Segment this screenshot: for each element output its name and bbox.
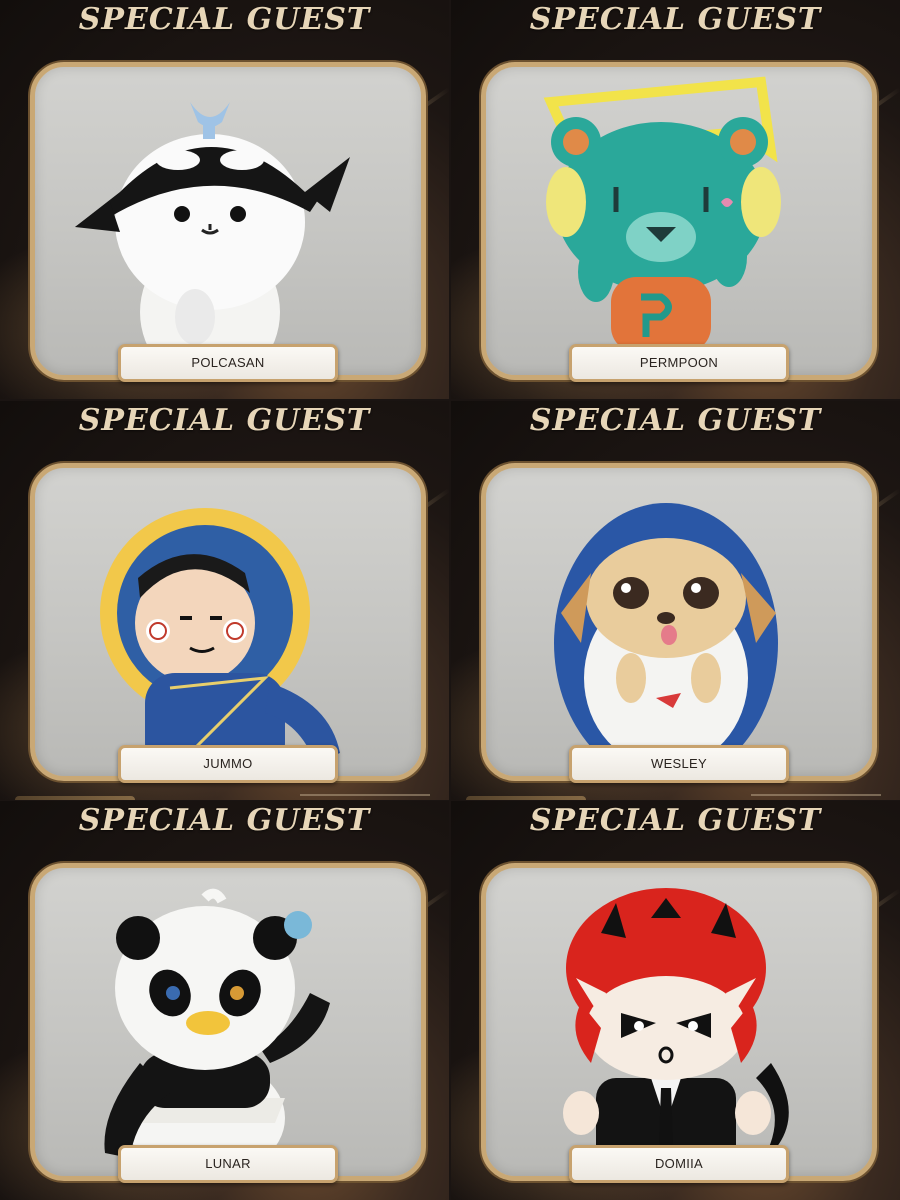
mascot-devil-image: [563, 888, 789, 1173]
mascot-name-label: PERMPOON: [569, 344, 789, 382]
panel-domiia: SPECIAL GUEST DOMIIA: [451, 801, 900, 1200]
mascot-dog-shark-image: [554, 503, 778, 781]
panel-polcasan: SPECIAL GUEST POLCASAN: [0, 0, 449, 399]
mascot-name-label: POLCASAN: [118, 344, 338, 382]
panel-lunar: SPECIAL GUEST LUNAR: [0, 801, 449, 1200]
footer-decoration-line: [300, 794, 430, 800]
mascot-name-label: DOMIIA: [569, 1145, 789, 1183]
mascot-name-label: LUNAR: [118, 1145, 338, 1183]
panel-title: SPECIAL GUEST: [529, 2, 822, 37]
panel-jummo: SPECIAL GUEST JUMMO: [0, 401, 449, 800]
panel-title: SPECIAL GUEST: [529, 403, 822, 438]
panel-title: SPECIAL GUEST: [78, 2, 371, 37]
mascot-name-label: WESLEY: [569, 745, 789, 783]
panel-wesley: SPECIAL GUEST WESLEY: [451, 401, 900, 800]
special-guest-grid: SPECIAL GUEST POLCASAN SPECIAL GUEST PER…: [0, 0, 900, 1200]
mascot-green-bear-image: [543, 76, 781, 352]
mascot-panda-chick-image: [104, 888, 330, 1178]
panel-title: SPECIAL GUEST: [78, 803, 371, 838]
footer-decoration: [15, 796, 135, 800]
mascot-name-label: JUMMO: [118, 745, 338, 783]
panel-title: SPECIAL GUEST: [78, 403, 371, 438]
panel-permpoon: SPECIAL GUEST PERMPOON: [451, 0, 900, 399]
mascot-sun-boy-image: [100, 508, 340, 773]
footer-decoration-line: [751, 794, 881, 800]
footer-decoration: [466, 796, 586, 800]
panel-title: SPECIAL GUEST: [529, 803, 822, 838]
mascot-orca-bear-image: [75, 102, 350, 380]
